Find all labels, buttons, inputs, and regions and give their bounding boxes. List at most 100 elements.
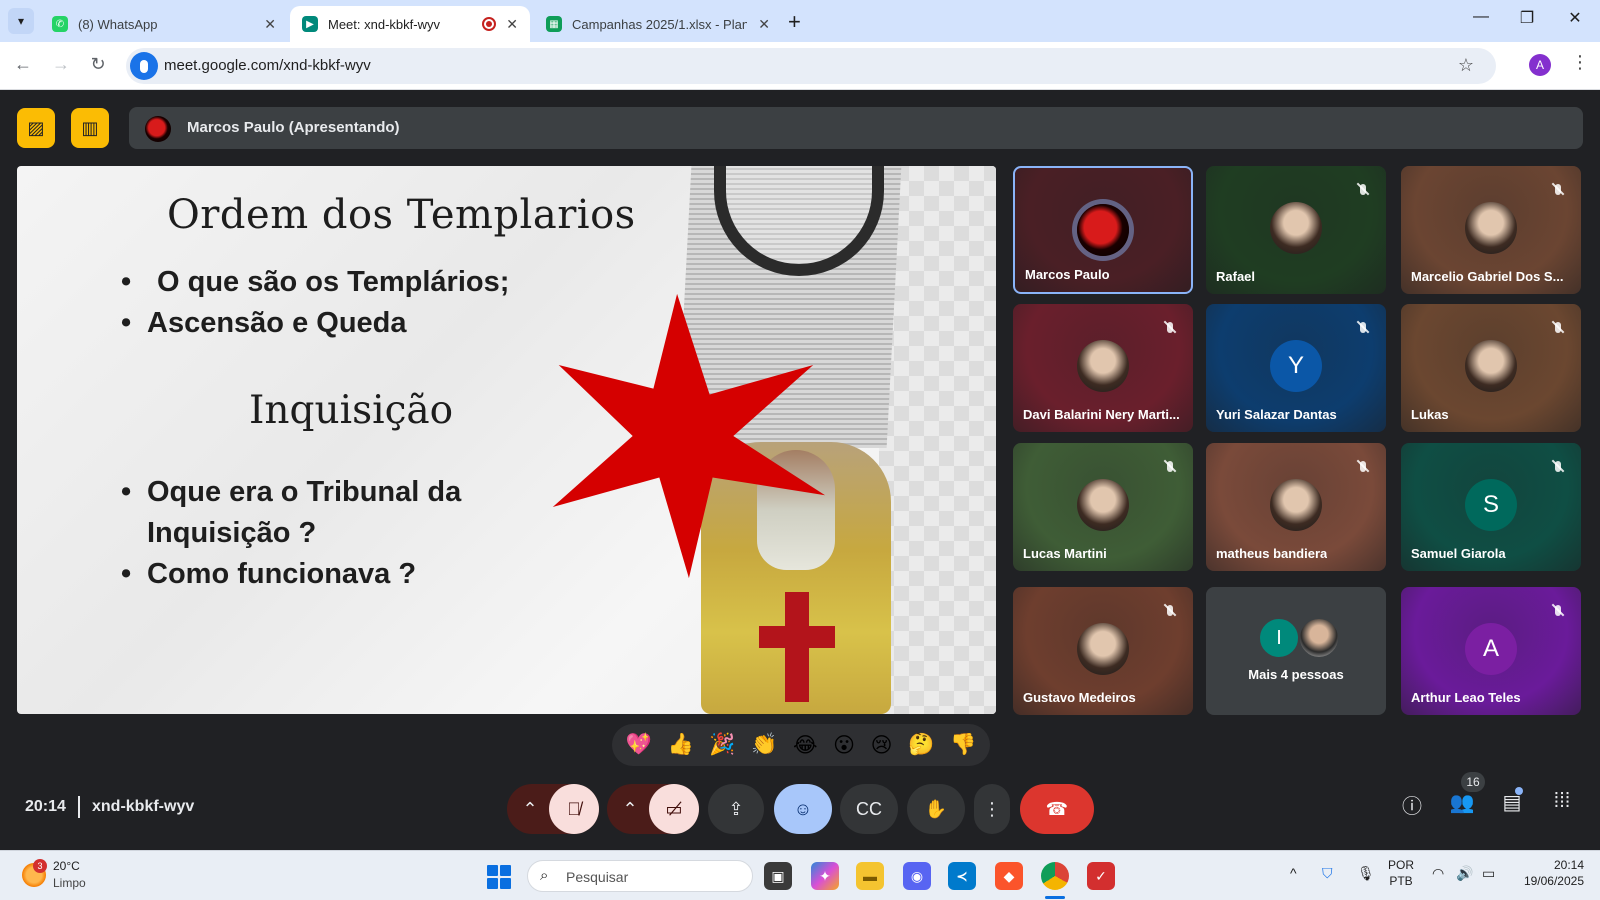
close-tab-icon[interactable]: ✕ <box>264 16 276 33</box>
wifi-icon[interactable]: ◠ <box>1432 865 1444 882</box>
raise-hand-icon[interactable]: ✋ <box>907 784 965 834</box>
avatar <box>1077 623 1129 675</box>
forward-icon[interactable]: → <box>49 54 73 75</box>
mic-in-use-icon[interactable] <box>130 52 158 80</box>
tab-search-button[interactable]: ▾ <box>8 8 34 34</box>
participant-tile[interactable]: matheus bandiera <box>1206 443 1386 571</box>
participant-tile[interactable]: Gustavo Medeiros <box>1013 587 1193 715</box>
participant-tile[interactable]: Marcelio Gabriel Dos S... <box>1401 166 1581 294</box>
avatar <box>1077 340 1129 392</box>
slide-bullet: O que são os Templários; <box>121 262 509 303</box>
mic-off-icon[interactable]: 🎙̸ <box>549 784 599 834</box>
file-explorer-icon[interactable]: ▬ <box>856 862 884 890</box>
slide-bullet: Ascensão e Queda <box>121 303 509 344</box>
reload-icon[interactable]: ↻ <box>86 54 110 75</box>
windows-start-icon[interactable] <box>487 865 511 889</box>
taskbar-search[interactable]: ⌕ Pesquisar <box>527 860 753 892</box>
back-icon[interactable]: ← <box>11 54 35 75</box>
slide-bullets-top: O que são os Templários; Ascensão e Qued… <box>121 262 509 344</box>
meeting-code: xnd-kbkf-wyv <box>92 798 195 815</box>
participant-tile[interactable]: Lucas Martini <box>1013 443 1193 571</box>
tray-overflow-icon[interactable]: ^ <box>1290 865 1297 881</box>
restore-icon[interactable]: ❐ <box>1512 8 1542 28</box>
reaction-thinking-icon[interactable]: 🤔 <box>908 733 934 757</box>
meeting-info-icon[interactable]: ⓘ <box>1397 790 1427 819</box>
close-tab-icon[interactable]: ✕ <box>758 16 770 33</box>
browser-menu-icon[interactable]: ⋮ <box>1571 52 1589 73</box>
mic-muted-icon <box>1159 455 1181 477</box>
profile-avatar[interactable]: A <box>1529 54 1551 76</box>
address-bar[interactable]: meet.google.com/xnd-kbkf-wyv ☆ <box>126 48 1496 84</box>
microphone-icon[interactable]: 🎙 <box>1357 865 1375 882</box>
people-icon[interactable]: 👥 <box>1447 790 1477 815</box>
participant-tile[interactable]: A Arthur Leao Teles <box>1401 587 1581 715</box>
language-indicator[interactable]: POR PTB <box>1388 857 1414 889</box>
participant-name: Lucas Martini <box>1023 546 1107 561</box>
participant-tile[interactable]: S Samuel Giarola <box>1401 443 1581 571</box>
reaction-surprised-icon[interactable]: 😮 <box>833 733 855 758</box>
captions-icon[interactable]: CC <box>840 784 898 834</box>
new-tab-icon[interactable]: + <box>788 9 801 35</box>
reaction-clap-icon[interactable]: 👏 <box>751 733 777 757</box>
task-view-icon[interactable]: ▣ <box>764 862 792 890</box>
activities-icon[interactable]: ⁞⁞⁞ <box>1547 790 1577 813</box>
reaction-sad-icon[interactable]: 😢 <box>871 733 893 758</box>
close-tab-icon[interactable]: ✕ <box>506 16 518 33</box>
reaction-heart-icon[interactable]: 💖 <box>626 733 652 757</box>
battery-icon[interactable]: ▭ <box>1482 865 1495 882</box>
reaction-party-icon[interactable]: 🎉 <box>709 733 735 757</box>
more-people-tile[interactable]: I Mais 4 pessoas <box>1206 587 1386 715</box>
close-window-icon[interactable]: ✕ <box>1560 8 1590 28</box>
windows-taskbar: 3 20°C Limpo ⌕ Pesquisar ▣ ✦ ▬ ◉ ≺ ◆ ✓ ^… <box>0 850 1600 900</box>
vscode-icon[interactable]: ≺ <box>948 862 976 890</box>
minimize-icon[interactable]: — <box>1466 8 1496 26</box>
tab-whatsapp[interactable]: ✆ (8) WhatsApp ✕ <box>40 6 288 42</box>
chrome-icon[interactable] <box>1041 862 1069 890</box>
participant-name: Samuel Giarola <box>1411 546 1506 561</box>
system-clock[interactable]: 20:14 19/06/2025 <box>1512 857 1584 889</box>
slide-red-star <box>552 293 826 579</box>
participant-name: Yuri Salazar Dantas <box>1216 407 1337 422</box>
layout-icon[interactable]: ▥ <box>71 108 109 148</box>
tab-meet[interactable]: ▶ Meet: xnd-kbkf-wyv ✕ <box>290 6 530 42</box>
participant-tile[interactable]: Davi Balarini Nery Marti... <box>1013 304 1193 432</box>
camera-off-icon[interactable]: ▭̸ <box>649 784 699 834</box>
bookmark-star-icon[interactable]: ☆ <box>1458 55 1474 76</box>
mic-muted-icon <box>1352 178 1374 200</box>
defender-icon[interactable]: ⛉ <box>1322 865 1333 882</box>
audio-options-chevron-icon[interactable]: ⌃ <box>512 784 548 834</box>
weather-temperature[interactable]: 20°C <box>53 859 80 873</box>
sheets-icon: ▦ <box>546 16 562 32</box>
participant-tile[interactable]: Marcos Paulo <box>1013 166 1193 294</box>
mic-muted-icon <box>1159 316 1181 338</box>
slide-cross-bar <box>759 626 835 648</box>
pdf-app-icon[interactable]: ✓ <box>1087 862 1115 890</box>
slide-title: Ordem dos Templarios <box>167 192 636 238</box>
slide-subtitle: Inquisição <box>249 388 454 433</box>
mic-muted-icon <box>1547 178 1569 200</box>
participant-tile[interactable]: Y Yuri Salazar Dantas <box>1206 304 1386 432</box>
participant-tile[interactable]: Rafael <box>1206 166 1386 294</box>
stop-presenting-icon[interactable]: ▨ <box>17 108 55 148</box>
presenter-avatar <box>145 116 171 142</box>
reaction-laugh-icon[interactable]: 😂 <box>793 733 818 758</box>
mic-muted-icon <box>1159 599 1181 621</box>
chat-icon[interactable]: ▤ <box>1497 790 1527 815</box>
reaction-thumbs-up-icon[interactable]: 👍 <box>668 733 694 757</box>
emoji-reactions-icon[interactable]: ☺ <box>774 784 832 834</box>
volume-icon[interactable]: 🔊 <box>1456 865 1473 882</box>
copilot-icon[interactable]: ✦ <box>811 862 839 890</box>
participant-tile[interactable]: Lukas <box>1401 304 1581 432</box>
leave-call-icon[interactable]: ☎ <box>1020 784 1094 834</box>
present-screen-icon[interactable]: ⇪ <box>708 784 764 834</box>
weather-badge: 3 <box>33 859 47 873</box>
reaction-thumbs-down-icon[interactable]: 👎 <box>950 733 976 757</box>
discord-icon[interactable]: ◉ <box>903 862 931 890</box>
more-options-icon[interactable]: ⋮ <box>974 784 1010 834</box>
video-options-chevron-icon[interactable]: ⌃ <box>612 784 648 834</box>
search-icon: ⌕ <box>540 867 549 884</box>
brave-icon[interactable]: ◆ <box>995 862 1023 890</box>
shared-slide: Ordem dos Templarios O que são os Templá… <box>17 166 996 714</box>
weather-condition[interactable]: Limpo <box>53 876 86 890</box>
tab-spreadsheet[interactable]: ▦ Campanhas 2025/1.xlsx - Planilha ✕ <box>534 6 782 42</box>
